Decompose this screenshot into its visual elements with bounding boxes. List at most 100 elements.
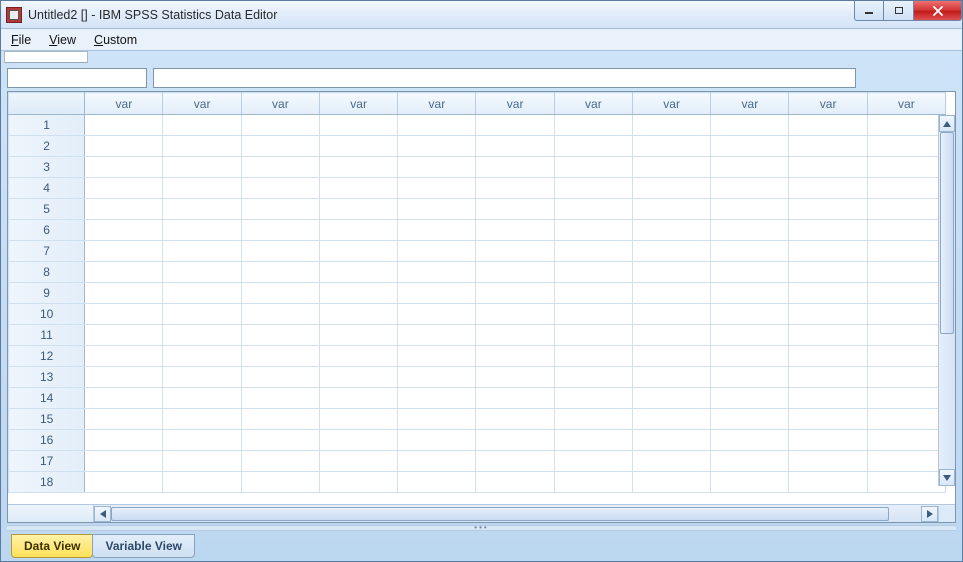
data-cell[interactable]: [711, 220, 789, 241]
hscroll-thumb[interactable]: [111, 507, 889, 521]
data-cell[interactable]: [85, 325, 163, 346]
data-cell[interactable]: [319, 346, 397, 367]
data-cell[interactable]: [163, 451, 241, 472]
data-cell[interactable]: [163, 241, 241, 262]
data-cell[interactable]: [554, 136, 632, 157]
data-cell[interactable]: [867, 472, 945, 493]
data-cell[interactable]: [163, 157, 241, 178]
data-cell[interactable]: [163, 325, 241, 346]
data-cell[interactable]: [319, 136, 397, 157]
data-cell[interactable]: [632, 472, 710, 493]
data-cell[interactable]: [867, 325, 945, 346]
data-cell[interactable]: [319, 115, 397, 136]
data-cell[interactable]: [711, 115, 789, 136]
data-cell[interactable]: [476, 115, 554, 136]
data-cell[interactable]: [398, 430, 476, 451]
data-cell[interactable]: [241, 472, 319, 493]
data-cell[interactable]: [241, 157, 319, 178]
data-cell[interactable]: [163, 472, 241, 493]
data-cell[interactable]: [163, 409, 241, 430]
data-cell[interactable]: [476, 136, 554, 157]
row-header[interactable]: 15: [9, 409, 85, 430]
row-header[interactable]: 11: [9, 325, 85, 346]
data-cell[interactable]: [554, 178, 632, 199]
vscroll-track[interactable]: [939, 132, 955, 469]
row-header[interactable]: 12: [9, 346, 85, 367]
data-cell[interactable]: [163, 430, 241, 451]
column-header[interactable]: var: [711, 93, 789, 115]
data-cell[interactable]: [867, 178, 945, 199]
column-header[interactable]: var: [867, 93, 945, 115]
data-cell[interactable]: [476, 283, 554, 304]
data-cell[interactable]: [241, 451, 319, 472]
data-cell[interactable]: [554, 283, 632, 304]
menu-file[interactable]: File: [11, 33, 31, 47]
data-cell[interactable]: [241, 409, 319, 430]
data-cell[interactable]: [711, 304, 789, 325]
data-cell[interactable]: [632, 283, 710, 304]
data-cell[interactable]: [632, 409, 710, 430]
data-cell[interactable]: [789, 178, 867, 199]
minimize-button[interactable]: [854, 1, 884, 21]
data-cell[interactable]: [476, 346, 554, 367]
row-header[interactable]: 1: [9, 115, 85, 136]
data-cell[interactable]: [85, 409, 163, 430]
data-cell[interactable]: [241, 388, 319, 409]
data-cell[interactable]: [241, 346, 319, 367]
data-cell[interactable]: [789, 346, 867, 367]
cell-name-box[interactable]: [7, 68, 147, 88]
data-cell[interactable]: [554, 115, 632, 136]
data-cell[interactable]: [789, 430, 867, 451]
data-cell[interactable]: [476, 451, 554, 472]
data-cell[interactable]: [241, 283, 319, 304]
data-cell[interactable]: [476, 220, 554, 241]
data-cell[interactable]: [867, 199, 945, 220]
maximize-button[interactable]: [884, 1, 914, 21]
data-cell[interactable]: [867, 136, 945, 157]
data-cell[interactable]: [554, 157, 632, 178]
data-cell[interactable]: [789, 304, 867, 325]
data-cell[interactable]: [319, 157, 397, 178]
data-cell[interactable]: [632, 346, 710, 367]
tab-data-view[interactable]: Data View: [11, 534, 93, 558]
data-cell[interactable]: [398, 409, 476, 430]
data-cell[interactable]: [398, 346, 476, 367]
scroll-right-button[interactable]: [921, 506, 938, 522]
row-header[interactable]: 9: [9, 283, 85, 304]
data-cell[interactable]: [554, 199, 632, 220]
row-header[interactable]: 14: [9, 388, 85, 409]
data-cell[interactable]: [789, 451, 867, 472]
data-cell[interactable]: [85, 241, 163, 262]
data-cell[interactable]: [85, 115, 163, 136]
data-cell[interactable]: [632, 451, 710, 472]
data-cell[interactable]: [632, 367, 710, 388]
data-cell[interactable]: [867, 367, 945, 388]
data-cell[interactable]: [163, 388, 241, 409]
column-header[interactable]: var: [163, 93, 241, 115]
data-cell[interactable]: [319, 304, 397, 325]
data-cell[interactable]: [398, 451, 476, 472]
data-cell[interactable]: [711, 451, 789, 472]
data-cell[interactable]: [789, 283, 867, 304]
data-cell[interactable]: [711, 199, 789, 220]
data-cell[interactable]: [476, 304, 554, 325]
data-cell[interactable]: [241, 178, 319, 199]
row-header[interactable]: 6: [9, 220, 85, 241]
horizontal-scrollbar[interactable]: [8, 504, 955, 522]
data-cell[interactable]: [789, 199, 867, 220]
data-cell[interactable]: [554, 241, 632, 262]
toolbar-blank-button[interactable]: [4, 51, 88, 63]
data-cell[interactable]: [711, 283, 789, 304]
data-cell[interactable]: [711, 388, 789, 409]
data-cell[interactable]: [632, 304, 710, 325]
data-cell[interactable]: [85, 283, 163, 304]
row-header[interactable]: 8: [9, 262, 85, 283]
data-cell[interactable]: [319, 262, 397, 283]
data-cell[interactable]: [554, 346, 632, 367]
data-cell[interactable]: [319, 220, 397, 241]
row-header[interactable]: 10: [9, 304, 85, 325]
data-cell[interactable]: [789, 409, 867, 430]
data-cell[interactable]: [789, 115, 867, 136]
data-cell[interactable]: [398, 220, 476, 241]
column-header[interactable]: var: [85, 93, 163, 115]
